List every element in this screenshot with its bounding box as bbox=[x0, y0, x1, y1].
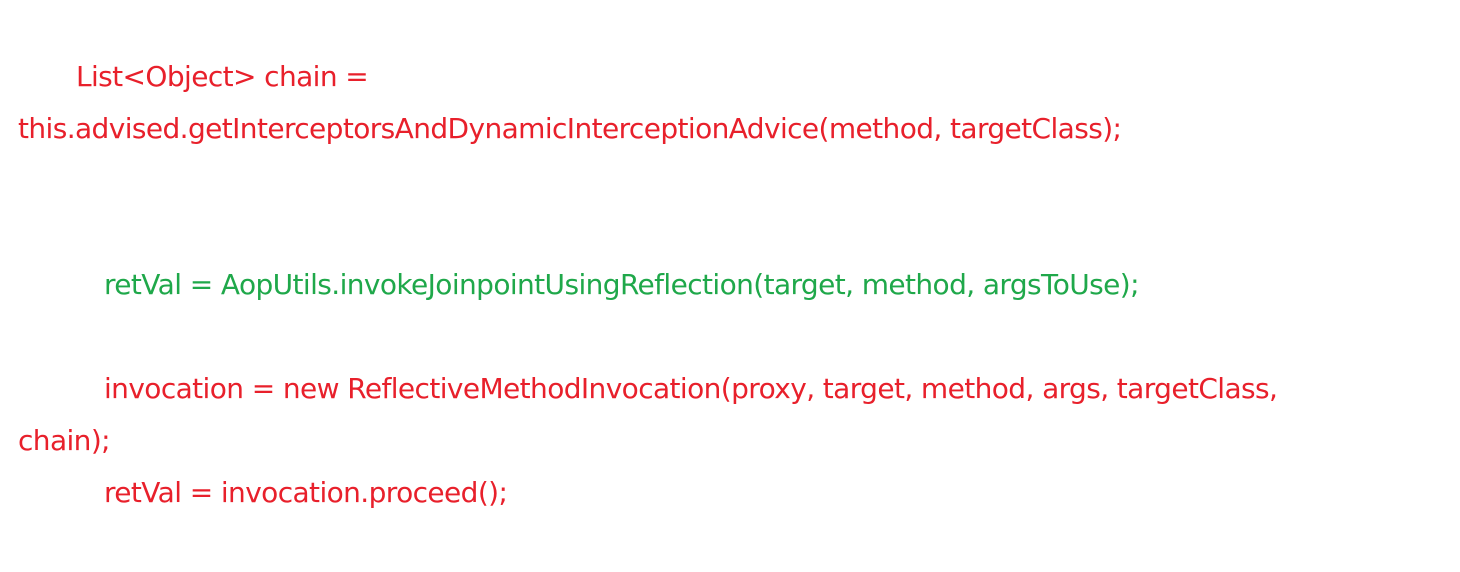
code-line-chain-decl: List<Object> chain = bbox=[76, 60, 369, 93]
code-line-new-invocation: invocation = new ReflectiveMethodInvocat… bbox=[104, 372, 1278, 405]
code-line-invoke-joinpoint: retVal = AopUtils.invokeJoinpointUsingRe… bbox=[104, 268, 1140, 301]
code-line-get-interceptors: this.advised.getInterceptorsAndDynamicIn… bbox=[18, 112, 1122, 145]
code-line-new-invocation-cont: chain); bbox=[18, 424, 111, 457]
code-line-proceed: retVal = invocation.proceed(); bbox=[104, 476, 508, 509]
code-document: List<Object> chain = this.advised.getInt… bbox=[0, 0, 1460, 572]
